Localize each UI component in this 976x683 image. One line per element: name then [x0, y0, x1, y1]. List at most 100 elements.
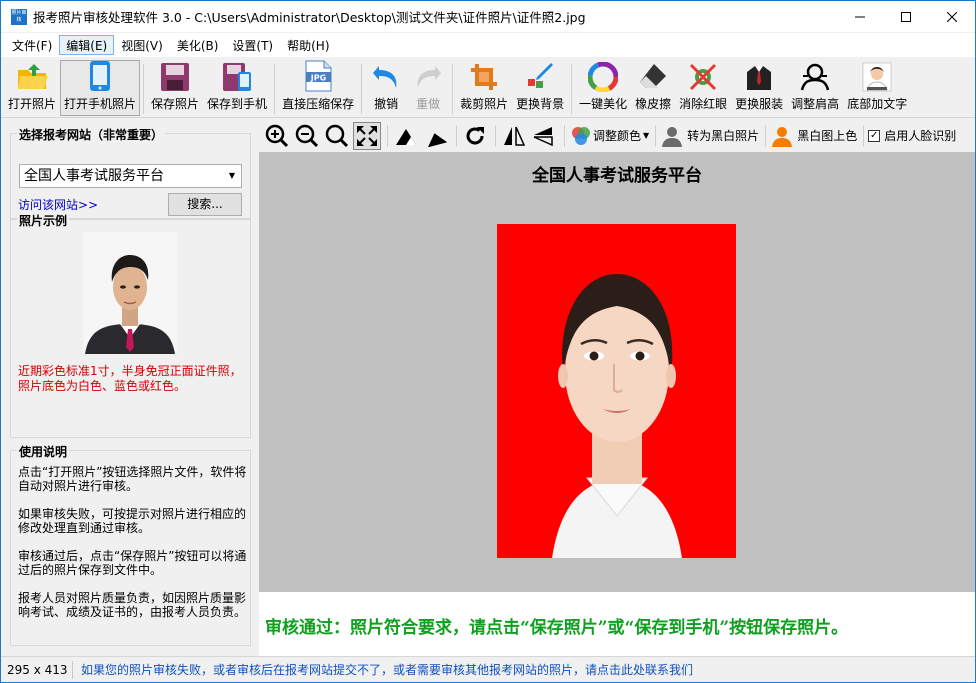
face-detect-label: 启用人脸识别 [884, 129, 957, 143]
menu-help[interactable]: 帮助(H) [280, 35, 336, 55]
eraser-label: 橡皮擦 [635, 97, 672, 111]
open-photo-label: 打开照片 [8, 97, 57, 111]
eraser-button[interactable]: 橡皮擦 [631, 60, 675, 116]
maximize-icon [901, 11, 911, 22]
site-select[interactable]: 全国人事考试服务平台 ▼ [19, 164, 242, 188]
zoom-in-button[interactable] [263, 122, 291, 150]
redeye-label: 消除红眼 [679, 97, 728, 111]
actual-size-button[interactable] [323, 122, 351, 150]
save-disk-icon [161, 62, 190, 91]
toolbar-separator [361, 64, 363, 114]
photo-viewport: 全国人事考试服务平台 [259, 152, 975, 592]
to-bw-button[interactable]: 转为黑白照片 [660, 122, 759, 150]
toolbar-separator [456, 124, 457, 147]
remove-redeye-button[interactable]: 消除红眼 [675, 60, 731, 116]
undo-icon [373, 65, 397, 88]
change-clothes-button[interactable]: 更换服装 [731, 60, 787, 116]
site-select-group: 选择报考网站（非常重要） 全国人事考试服务平台 ▼ 访问该网站>> 搜索... [10, 126, 251, 219]
maximize-button[interactable] [883, 1, 929, 32]
refresh-icon [466, 126, 484, 144]
image-size-status: 295 x 413 [1, 660, 73, 679]
redeye-icon [690, 63, 717, 90]
open-phone-label: 打开手机照片 [64, 97, 137, 111]
refresh-button[interactable] [461, 122, 489, 150]
visit-site-link[interactable]: 访问该网站>> [18, 196, 98, 213]
menu-bar: 文件(F) 编辑(E) 视图(V) 美化(B) 设置(T) 帮助(H) [1, 33, 975, 57]
site-group-title: 选择报考网站（非常重要） [17, 126, 166, 143]
minimize-icon [855, 16, 865, 17]
adjust-shoulder-button[interactable]: 调整肩高 [787, 60, 843, 116]
jpg-file-icon: JPG [305, 60, 332, 92]
close-button[interactable] [929, 1, 975, 32]
flip-vertical-icon [533, 126, 553, 146]
toolbar-separator [571, 64, 573, 114]
open-phone-photo-button[interactable]: 打开手机照片 [60, 60, 141, 116]
menu-file[interactable]: 文件(F) [5, 35, 59, 55]
usage-paragraph: 审核通过后，点击“保存照片”按钮可以将通过后的照片保存到文件中。 [18, 549, 247, 577]
toolbar-separator [274, 64, 276, 114]
person-gray-icon [662, 126, 683, 147]
rgb-circles-icon [572, 126, 590, 145]
flip-horizontal-button[interactable] [500, 122, 528, 150]
save-phone-label: 保存到手机 [207, 97, 268, 111]
close-icon [947, 11, 957, 22]
sample-photo [83, 232, 177, 354]
to-bw-label: 转为黑白照片 [687, 129, 760, 143]
toolbar-separator [655, 124, 657, 147]
paint-brush-icon [528, 62, 554, 88]
redo-icon [417, 65, 442, 88]
undo-button[interactable]: 撤销 [365, 60, 407, 116]
compress-save-button[interactable]: JPG 直接压缩保存 [278, 60, 358, 116]
open-photo-button[interactable]: 打开照片 [4, 60, 60, 116]
menu-view[interactable]: 视图(V) [114, 35, 170, 55]
menu-edit[interactable]: 编辑(E) [59, 35, 115, 55]
change-background-button[interactable]: 更换背景 [512, 60, 568, 116]
usage-paragraph: 如果审核失败，可按提示对照片进行相应的修改处理直到通过审核。 [18, 507, 247, 535]
search-button[interactable]: 搜索... [168, 193, 242, 216]
crop-label: 裁剪照片 [460, 97, 509, 111]
dropdown-arrow-icon: ▼ [643, 131, 650, 140]
minimize-button[interactable] [837, 1, 883, 32]
one-click-beautify-button[interactable]: 一键美化 [575, 60, 631, 116]
clothes-label: 更换服装 [735, 97, 784, 111]
face-detect-checkbox[interactable]: ✓ 启用人脸识别 [868, 122, 956, 150]
contact-us-link[interactable]: 如果您的照片审核失败，或者审核后在报考网站提交不了，或者需要审核其他报考网站的照… [73, 661, 693, 678]
menu-beautify[interactable]: 美化(B) [170, 35, 226, 55]
save-to-phone-button[interactable]: 保存到手机 [203, 60, 271, 116]
checkbox-checked-icon: ✓ [868, 129, 881, 142]
redo-button[interactable]: 重做 [407, 60, 449, 116]
flip-vertical-button[interactable] [530, 122, 558, 150]
zoom-out-button[interactable] [293, 122, 321, 150]
portrait-image [497, 224, 736, 558]
crop-photo-button[interactable]: 裁剪照片 [456, 60, 512, 116]
toolbar-separator [387, 124, 388, 147]
fit-to-window-icon [357, 125, 377, 146]
rotate-right-button[interactable] [422, 122, 450, 150]
image-toolbar: 调整颜色 ▼ 转为黑白照片 黑白图上色 ✓ 启用人脸识别 [259, 119, 975, 152]
suit-icon [747, 65, 772, 90]
toolbar-separator [452, 64, 454, 114]
bw-colorize-label: 黑白图上色 [797, 129, 858, 143]
usage-group: 使用说明 点击“打开照片”按钮选择照片文件，软件将自动对照片进行审核。 如果审核… [10, 443, 251, 646]
magnifier-icon [325, 124, 349, 147]
eraser-icon [640, 63, 667, 88]
sample-portrait-image [83, 232, 177, 354]
id-photo[interactable] [497, 224, 736, 558]
left-panel: 选择报考网站（非常重要） 全国人事考试服务平台 ▼ 访问该网站>> 搜索... … [1, 119, 259, 656]
bw-colorize-button[interactable]: 黑白图上色 [770, 122, 857, 150]
phone-icon [90, 61, 111, 91]
rotate-left-button[interactable] [392, 122, 420, 150]
color-wheel-icon [588, 61, 619, 92]
menu-settings[interactable]: 设置(T) [225, 35, 280, 55]
save-photo-button[interactable]: 保存照片 [147, 60, 203, 116]
adjust-color-button[interactable]: 调整颜色 ▼ [569, 122, 649, 150]
sample-note: 近期彩色标准1寸，半身免冠正面证件照，照片底色为白色、蓝色或红色。 [18, 364, 242, 393]
bottom-text-button[interactable]: 底部加文字 [843, 60, 911, 116]
open-folder-icon [18, 63, 48, 89]
site-title: 全国人事考试服务平台 [532, 166, 702, 186]
rotate-left-icon [396, 128, 416, 145]
fit-window-button[interactable] [353, 121, 381, 150]
chevron-down-icon: ▼ [228, 171, 235, 180]
bottom-text-label: 底部加文字 [847, 97, 908, 111]
shoulder-label: 调整肩高 [791, 97, 840, 111]
